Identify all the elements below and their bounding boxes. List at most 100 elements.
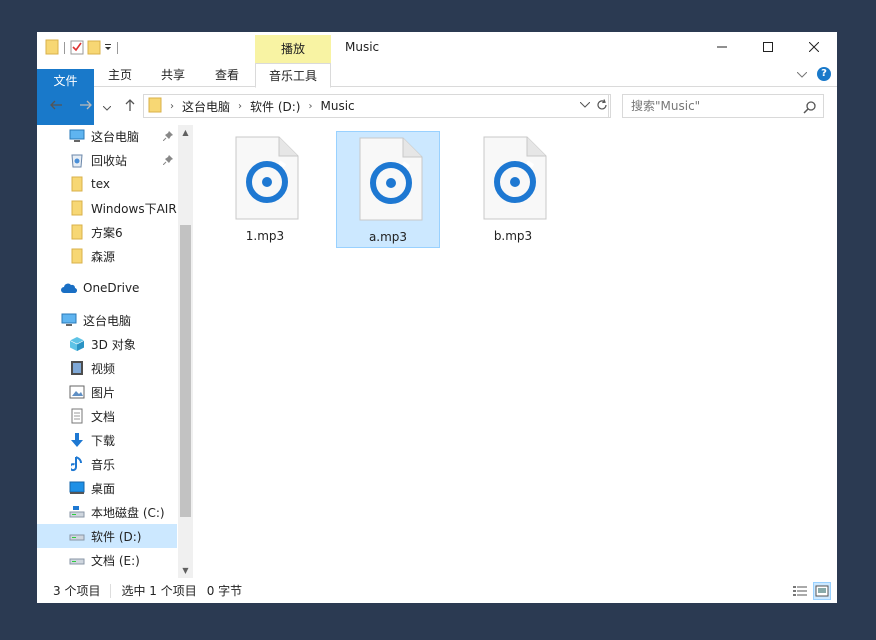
tab-share[interactable]: 共享 — [146, 63, 200, 87]
nav-item-label: Windows下AIR — [91, 201, 177, 216]
computer-icon — [61, 312, 77, 328]
scroll-down-arrow-icon[interactable]: ▼ — [178, 566, 193, 575]
nav-scrollbar[interactable]: ▲ ▼ — [178, 125, 193, 578]
music-icon — [69, 456, 85, 472]
folder-icon — [69, 200, 85, 216]
search-icon[interactable] — [803, 99, 817, 121]
scrollbar-thumb[interactable] — [180, 225, 191, 517]
documents-icon — [69, 408, 85, 424]
title-bar: 播放 Music — [37, 32, 837, 63]
nav-item-documents[interactable]: 文档 — [37, 404, 177, 428]
nav-item-windows-air[interactable]: Windows下AIR — [37, 196, 177, 220]
audio-file-icon — [235, 136, 299, 223]
nav-item-desktop[interactable]: 桌面 — [37, 476, 177, 500]
nav-item-drive-e[interactable]: 文档 (E:) — [37, 548, 177, 572]
breadcrumb-music[interactable]: Music — [320, 99, 354, 113]
help-icon[interactable]: ? — [817, 67, 831, 81]
selection-count: 选中 1 个项目 — [121, 584, 197, 598]
folder-icon — [148, 97, 162, 116]
breadcrumb-this-pc[interactable]: 这台电脑 — [182, 98, 230, 115]
nav-item-label: OneDrive — [83, 281, 140, 295]
nav-item-label: 森源 — [91, 249, 116, 264]
navigation-pane: 这台电脑 回收站 tex Windows下AIR 方案6 森源 OneDrive… — [37, 125, 193, 578]
recycle-bin-icon — [69, 152, 85, 168]
nav-item-label: 3D 对象 — [91, 337, 136, 352]
close-button[interactable] — [791, 32, 837, 62]
tab-view[interactable]: 查看 — [200, 63, 254, 87]
details-view-icon[interactable] — [791, 582, 809, 600]
explorer-window: 播放 Music 文件 主页 共享 查看 音乐工具 ? › 这台电脑 › 软件 … — [37, 32, 837, 603]
selection-size: 0 字节 — [206, 584, 243, 598]
ribbon-tabs: 文件 主页 共享 查看 音乐工具 ? — [37, 63, 837, 186]
nav-item-recycle-bin[interactable]: 回收站 — [37, 148, 177, 172]
nav-item-videos[interactable]: 视频 — [37, 356, 177, 380]
file-list-area[interactable]: 1.mp3 a.mp3 b.mp3 — [193, 125, 837, 578]
folder-icon — [45, 39, 59, 58]
drive-d-icon — [69, 528, 85, 544]
customize-dropdown-icon[interactable] — [104, 41, 112, 55]
nav-item-pictures[interactable]: 图片 — [37, 380, 177, 404]
view-switcher — [791, 582, 831, 600]
downloads-icon — [69, 432, 85, 448]
desktop-icon — [69, 480, 85, 496]
3d-objects-icon — [69, 336, 85, 352]
address-row: › 这台电脑 › 软件 (D:) › Music 搜索"Music" — [37, 90, 837, 122]
nav-item-drive-c[interactable]: 本地磁盘 (C:) — [37, 500, 177, 524]
nav-item-label: 方案6 — [91, 225, 123, 240]
address-dropdown-icon[interactable] — [579, 100, 591, 111]
nav-item-senyuan[interactable]: 森源 — [37, 244, 177, 268]
refresh-button[interactable] — [593, 94, 611, 118]
breadcrumb-drive-d[interactable]: 软件 (D:) — [250, 98, 300, 115]
tab-home[interactable]: 主页 — [94, 63, 146, 87]
file-item[interactable]: 1.mp3 — [213, 131, 317, 248]
file-item[interactable]: b.mp3 — [461, 131, 565, 248]
nav-item-tex[interactable]: tex — [37, 172, 177, 196]
minimize-button[interactable] — [699, 32, 745, 62]
nav-item-music[interactable]: 音乐 — [37, 452, 177, 476]
forward-arrow-icon[interactable] — [79, 98, 93, 116]
computer-icon — [69, 128, 85, 144]
nav-item-onedrive[interactable]: OneDrive — [37, 276, 177, 300]
breadcrumb-separator-icon[interactable]: › — [170, 101, 174, 112]
nav-item-label: 这台电脑 — [83, 313, 132, 328]
large-icons-view-icon[interactable] — [813, 582, 831, 600]
file-name: a.mp3 — [368, 230, 408, 244]
nav-item-label: 软件 (D:) — [91, 529, 142, 544]
nav-item-this-pc-pinned[interactable]: 这台电脑 — [37, 124, 177, 148]
nav-item-downloads[interactable]: 下载 — [37, 428, 177, 452]
quick-access-toolbar — [45, 38, 120, 58]
nav-item-plan6[interactable]: 方案6 — [37, 220, 177, 244]
pin-icon[interactable] — [162, 130, 173, 144]
maximize-button[interactable] — [745, 32, 791, 62]
recent-locations-chevron-icon[interactable] — [102, 100, 112, 116]
nav-item-label: 文档 — [91, 409, 116, 424]
nav-item-3d-objects[interactable]: 3D 对象 — [37, 332, 177, 356]
pin-icon[interactable] — [162, 154, 173, 168]
nav-item-this-pc[interactable]: 这台电脑 — [37, 308, 177, 332]
expand-ribbon-icon[interactable] — [796, 67, 808, 81]
address-bar[interactable]: › 这台电脑 › 软件 (D:) › Music — [143, 94, 609, 118]
onedrive-cloud-icon — [61, 280, 77, 296]
search-input[interactable]: 搜索"Music" — [622, 94, 824, 118]
scroll-up-arrow-icon[interactable]: ▲ — [178, 128, 193, 137]
search-placeholder: 搜索"Music" — [631, 99, 701, 113]
videos-icon — [69, 360, 85, 376]
breadcrumb-separator-icon[interactable]: › — [308, 101, 312, 112]
item-count: 3 个项目 — [53, 584, 101, 598]
nav-item-label: 桌面 — [91, 481, 116, 496]
up-arrow-icon[interactable] — [123, 98, 137, 116]
back-arrow-icon[interactable] — [49, 98, 63, 116]
nav-item-label: 下载 — [91, 433, 116, 448]
window-title: Music — [345, 40, 380, 54]
nav-item-drive-d[interactable]: 软件 (D:) — [37, 524, 177, 548]
toolbar-divider — [117, 42, 118, 54]
properties-icon[interactable] — [70, 39, 84, 58]
refresh-icon — [596, 98, 608, 114]
nav-item-label: 音乐 — [91, 457, 116, 472]
status-divider — [110, 583, 112, 598]
file-name: 1.mp3 — [245, 229, 285, 243]
tab-music-tools[interactable]: 音乐工具 — [255, 63, 331, 88]
breadcrumb-separator-icon[interactable]: › — [238, 101, 242, 112]
new-folder-icon[interactable] — [87, 39, 101, 58]
file-item[interactable]: a.mp3 — [336, 131, 440, 248]
